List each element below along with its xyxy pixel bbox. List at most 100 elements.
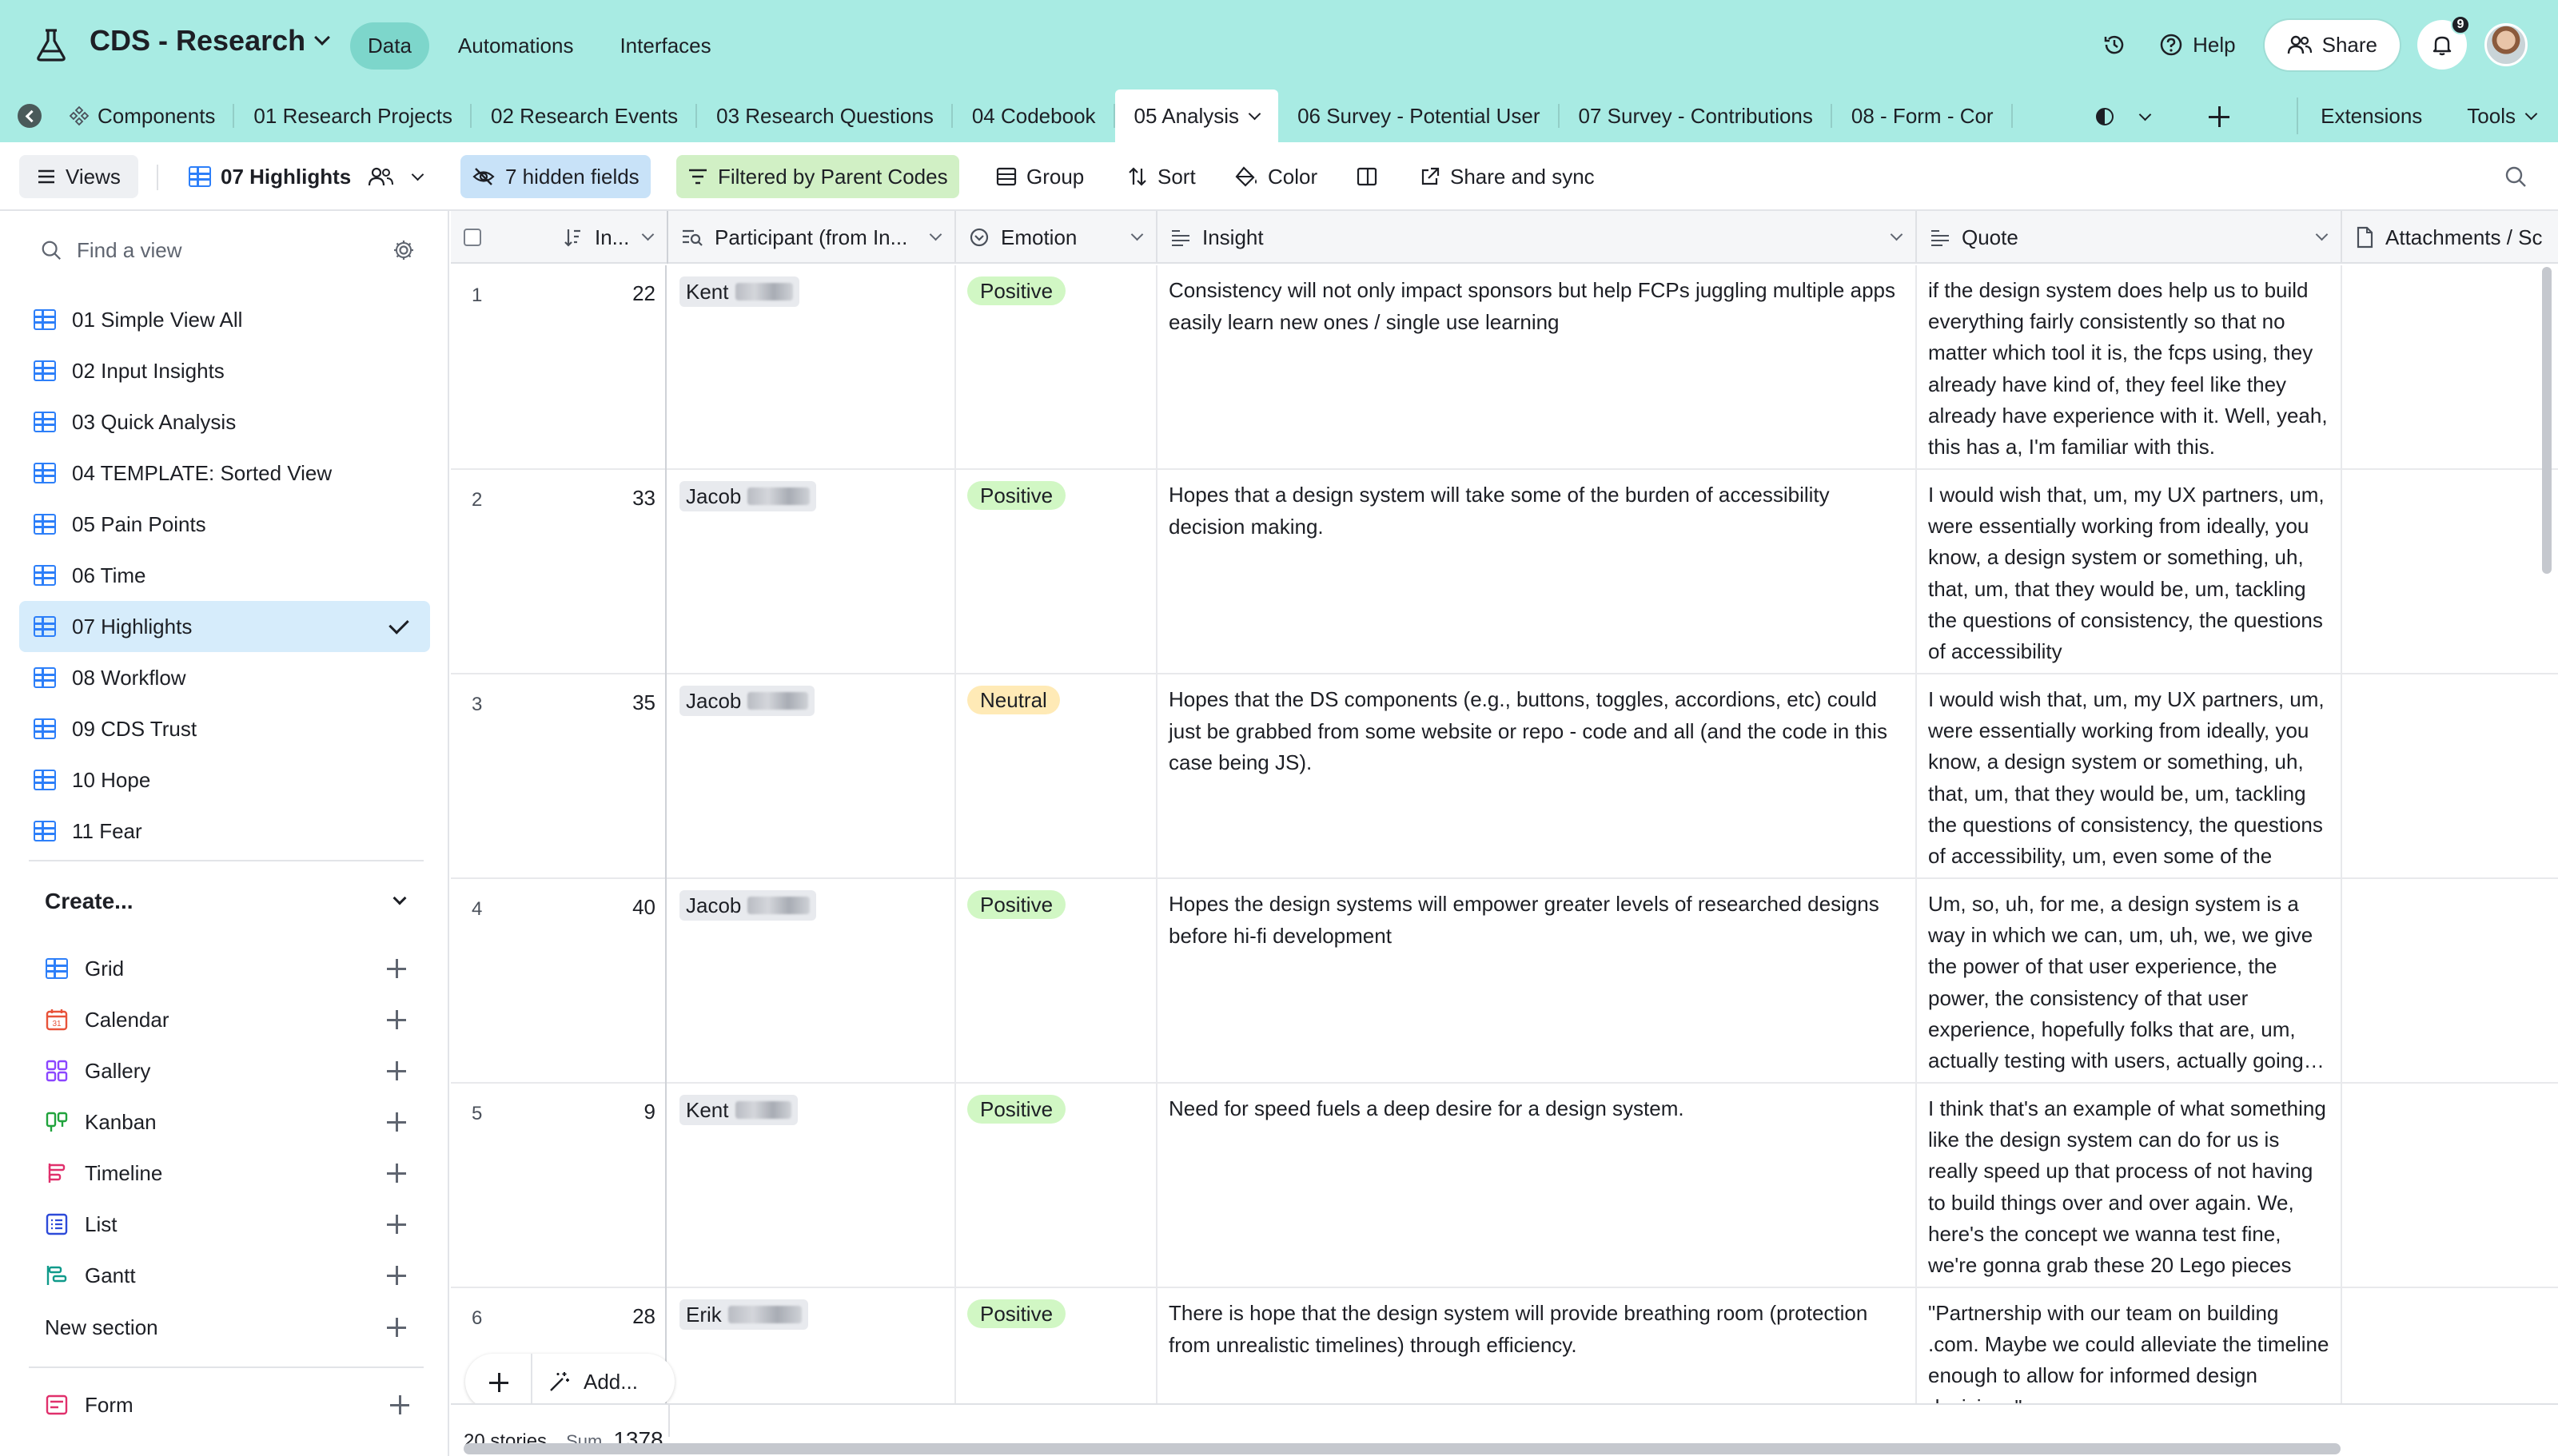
in-value[interactable]: 22	[632, 281, 655, 306]
tab-analysis[interactable]: 05 Analysis	[1114, 90, 1279, 142]
table-row[interactable]: 3 35 Jacob Neutral Hopes that the DS com…	[451, 674, 2558, 879]
participant-cell[interactable]: Kent	[668, 1084, 956, 1288]
plus-icon[interactable]	[387, 1112, 406, 1132]
extensions-button[interactable]: Extensions	[2297, 97, 2444, 134]
insight-cell[interactable]: Hopes that a design system will take som…	[1157, 470, 1917, 674]
attachments-cell[interactable]	[2342, 879, 2558, 1084]
participant-chip[interactable]: Kent	[679, 1095, 798, 1125]
tools-button[interactable]: Tools	[2444, 97, 2558, 134]
emotion-cell[interactable]: Positive	[956, 879, 1157, 1084]
share-button[interactable]: Share	[2264, 19, 2400, 70]
quote-cell[interactable]: I would wish that, um, my UX partners, u…	[1917, 674, 2342, 879]
plus-icon[interactable]	[390, 1395, 409, 1414]
view-item-highlights[interactable]: 07 Highlights	[19, 601, 430, 652]
search-button[interactable]	[2492, 155, 2539, 198]
column-header-in[interactable]: In...	[545, 211, 668, 264]
in-value[interactable]: 28	[632, 1304, 655, 1329]
tab-research-events[interactable]: 02 Research Events	[472, 90, 698, 142]
quote-cell[interactable]: I think that's an example of what someth…	[1917, 1084, 2342, 1288]
notifications-button[interactable]: 9	[2417, 15, 2470, 70]
create-gantt-item[interactable]: Gantt	[42, 1250, 417, 1301]
quote-cell[interactable]: if the design system does help us to bui…	[1917, 265, 2342, 470]
table-row[interactable]: 5 9 Kent Positive Need for speed fuels a…	[451, 1084, 2558, 1288]
tab-form[interactable]: 08 - Form - Cor	[1832, 90, 2013, 142]
nav-automations[interactable]: Automations	[440, 22, 592, 70]
tab-survey-contributions[interactable]: 07 Survey - Contributions	[1560, 90, 1833, 142]
table-row[interactable]: 2 33 Jacob Positive Hopes that a design …	[451, 470, 2558, 674]
insight-cell[interactable]: Need for speed fuels a deep desire for a…	[1157, 1084, 1917, 1288]
column-header-insight[interactable]: Insight	[1157, 211, 1917, 264]
create-section-toggle[interactable]: Create...	[45, 889, 407, 914]
participant-chip[interactable]: Jacob	[679, 686, 815, 716]
history-icon[interactable]	[2098, 29, 2130, 61]
create-kanban-item[interactable]: Kanban	[42, 1096, 417, 1148]
plus-icon[interactable]	[387, 1215, 406, 1234]
emotion-cell[interactable]: Positive	[956, 1084, 1157, 1288]
tab-research-projects[interactable]: 01 Research Projects	[234, 90, 472, 142]
attachments-cell[interactable]	[2342, 1084, 2558, 1288]
add-record-button[interactable]	[465, 1354, 532, 1410]
attachments-cell[interactable]	[2342, 265, 2558, 470]
create-grid-item[interactable]: Grid	[42, 943, 417, 994]
create-list-item[interactable]: List	[42, 1199, 417, 1250]
participant-chip[interactable]: Erik	[679, 1299, 808, 1330]
nav-data[interactable]: Data	[350, 22, 429, 70]
base-title-button[interactable]: CDS - Research	[90, 24, 331, 58]
view-item-fear[interactable]: 11 Fear	[19, 806, 430, 857]
group-button[interactable]: Group	[985, 155, 1095, 198]
color-button[interactable]: Color	[1223, 155, 1329, 198]
view-item-simple-view-all[interactable]: 01 Simple View All	[19, 294, 430, 345]
quote-cell[interactable]: Um, so, uh, for me, a design system is a…	[1917, 879, 2342, 1084]
insight-cell[interactable]: Hopes that the DS components (e.g., butt…	[1157, 674, 1917, 879]
user-avatar[interactable]	[2484, 23, 2528, 66]
attachments-cell[interactable]	[2342, 674, 2558, 879]
plus-icon[interactable]	[387, 1010, 406, 1029]
participant-chip[interactable]: Jacob	[679, 890, 817, 921]
participant-cell[interactable]: Jacob	[668, 879, 956, 1084]
view-item-template-sorted[interactable]: 04 TEMPLATE: Sorted View	[19, 448, 430, 499]
create-timeline-item[interactable]: Timeline	[42, 1148, 417, 1199]
tab-codebook[interactable]: 04 Codebook	[953, 90, 1115, 142]
emotion-cell[interactable]: Neutral	[956, 674, 1157, 879]
create-calendar-item[interactable]: 31 Calendar	[42, 994, 417, 1045]
view-item-quick-analysis[interactable]: 03 Quick Analysis	[19, 396, 430, 448]
add-with-ai-button[interactable]: Add...	[532, 1370, 638, 1394]
plus-icon[interactable]	[387, 1318, 406, 1337]
view-item-workflow[interactable]: 08 Workflow	[19, 652, 430, 703]
sort-button[interactable]: Sort	[1116, 155, 1207, 198]
quote-cell[interactable]: I would wish that, um, my UX partners, u…	[1917, 470, 2342, 674]
row-height-button[interactable]	[1345, 155, 1389, 198]
in-value[interactable]: 40	[632, 895, 655, 920]
view-item-pain-points[interactable]: 05 Pain Points	[19, 499, 430, 550]
plus-icon[interactable]	[387, 1061, 406, 1080]
tab-survey-potential-user[interactable]: 06 Survey - Potential User	[1278, 90, 1560, 142]
views-toggle-button[interactable]: Views	[19, 155, 138, 198]
help-button[interactable]: Help	[2148, 26, 2246, 64]
tab-components[interactable]: Components	[58, 90, 235, 142]
view-item-input-insights[interactable]: 02 Input Insights	[19, 345, 430, 396]
plus-icon[interactable]	[387, 1266, 406, 1285]
in-value[interactable]: 9	[644, 1100, 655, 1124]
horizontal-scrollbar[interactable]	[464, 1443, 2341, 1454]
participant-cell[interactable]: Kent	[668, 265, 956, 470]
filter-button[interactable]: Filtered by Parent Codes	[676, 155, 959, 198]
column-header-emotion[interactable]: Emotion	[956, 211, 1157, 264]
participant-cell[interactable]: Jacob	[668, 674, 956, 879]
in-value[interactable]: 35	[632, 690, 655, 715]
select-all-checkbox[interactable]	[464, 229, 481, 246]
new-section-button[interactable]: New section	[45, 1309, 417, 1346]
table-row[interactable]: 1 22 Kent Positive Consistency will not …	[451, 265, 2558, 470]
in-value[interactable]: 33	[632, 486, 655, 511]
nav-interfaces[interactable]: Interfaces	[602, 22, 728, 70]
participant-chip[interactable]: Kent	[679, 276, 799, 307]
plus-icon[interactable]	[387, 959, 406, 978]
table-row[interactable]: 4 40 Jacob Positive Hopes the design sys…	[451, 879, 2558, 1084]
tab-research-questions[interactable]: 03 Research Questions	[697, 90, 953, 142]
emotion-cell[interactable]: Positive	[956, 470, 1157, 674]
share-and-sync-button[interactable]: Share and sync	[1408, 155, 1606, 198]
hidden-fields-button[interactable]: 7 hidden fields	[460, 155, 651, 198]
vertical-scrollbar[interactable]	[2542, 267, 2552, 574]
column-header-quote[interactable]: Quote	[1917, 211, 2342, 264]
create-form-item[interactable]: Form	[45, 1386, 417, 1424]
view-item-hope[interactable]: 10 Hope	[19, 754, 430, 806]
